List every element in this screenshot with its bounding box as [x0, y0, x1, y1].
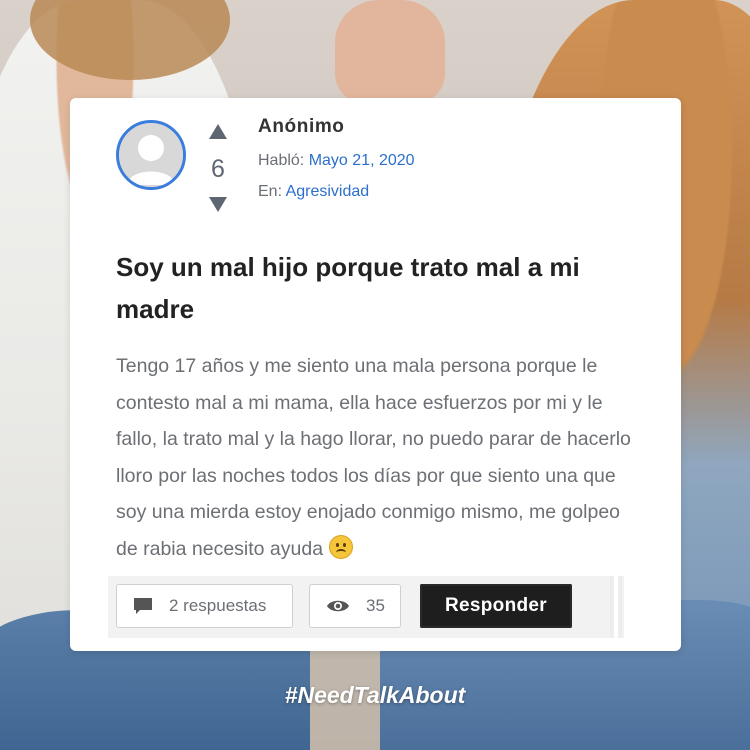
- post-date-line: Habló: Mayo 21, 2020: [258, 152, 415, 170]
- post-category-line: En: Agresividad: [258, 183, 415, 201]
- vote-widget: 6: [204, 124, 232, 212]
- post-card: 6 Anónimo Habló: Mayo 21, 2020 En: Agres…: [70, 98, 681, 651]
- post-body-text: Tengo 17 años y me siento una mala perso…: [116, 355, 631, 560]
- category-link[interactable]: Agresividad: [286, 183, 370, 200]
- category-label: En:: [258, 183, 283, 200]
- actions-bar-divider: [614, 576, 618, 638]
- views-counter: 35: [309, 584, 401, 628]
- post-title[interactable]: Soy un mal hijo porque trato mal a mi ma…: [116, 246, 636, 330]
- slightly-frowning-face-icon: [328, 534, 353, 559]
- hashtag-caption: #NeedTalkAbout: [284, 682, 466, 708]
- eye-icon: [327, 600, 349, 612]
- vote-count: 6: [211, 155, 225, 183]
- post-meta: Anónimo Habló: Mayo 21, 2020 En: Agresiv…: [258, 116, 415, 201]
- spoke-label: Habló:: [258, 152, 305, 169]
- views-count: 35: [366, 596, 385, 615]
- user-placeholder-icon: [119, 123, 183, 187]
- replies-count-label: 2 respuestas: [169, 596, 267, 615]
- post-body: Tengo 17 años y me siento una mala perso…: [116, 348, 646, 567]
- post-date-link[interactable]: Mayo 21, 2020: [309, 152, 415, 169]
- triangle-down-icon[interactable]: [209, 197, 227, 212]
- replies-button[interactable]: 2 respuestas: [116, 584, 293, 628]
- post-actions-bar: 2 respuestas 35 Responder: [108, 576, 624, 638]
- author-name[interactable]: Anónimo: [258, 116, 415, 138]
- avatar[interactable]: [116, 120, 186, 190]
- triangle-up-icon[interactable]: [209, 124, 227, 139]
- speech-bubble-icon: [134, 598, 152, 614]
- background-hand: [335, 0, 445, 105]
- respond-button[interactable]: Responder: [420, 584, 572, 628]
